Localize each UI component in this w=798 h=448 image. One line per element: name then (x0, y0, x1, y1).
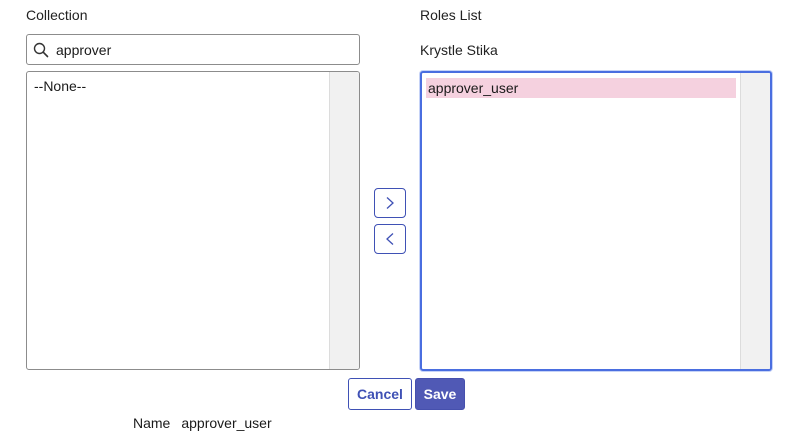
collection-scrollbar[interactable] (329, 72, 359, 369)
roles-scrollbar[interactable] (740, 73, 770, 369)
collection-search[interactable] (26, 34, 360, 65)
collection-search-input[interactable] (55, 36, 359, 63)
role-assignment-slushbucket: Collection --None-- Roles List Krystle S… (0, 0, 798, 448)
chevron-right-icon (386, 197, 394, 209)
save-button[interactable]: Save (415, 378, 465, 410)
name-label: Name (133, 415, 171, 431)
collection-label: Collection (26, 7, 88, 23)
chevron-left-icon (386, 233, 394, 245)
collection-items: --None-- (27, 72, 329, 369)
list-item-selected[interactable]: approver_user (426, 78, 736, 98)
search-icon (27, 35, 55, 64)
name-field: Name approver_user (133, 415, 272, 431)
cancel-button[interactable]: Cancel (348, 378, 412, 410)
add-to-roles-button[interactable] (374, 188, 406, 218)
remove-from-roles-button[interactable] (374, 224, 406, 254)
user-name: Krystle Stika (420, 42, 498, 58)
list-item[interactable]: --None-- (32, 76, 324, 96)
roles-items: approver_user (422, 73, 740, 369)
roles-list-label: Roles List (420, 7, 482, 23)
collection-listbox[interactable]: --None-- (26, 71, 360, 370)
roles-listbox[interactable]: approver_user (420, 71, 772, 371)
name-value: approver_user (181, 415, 272, 431)
